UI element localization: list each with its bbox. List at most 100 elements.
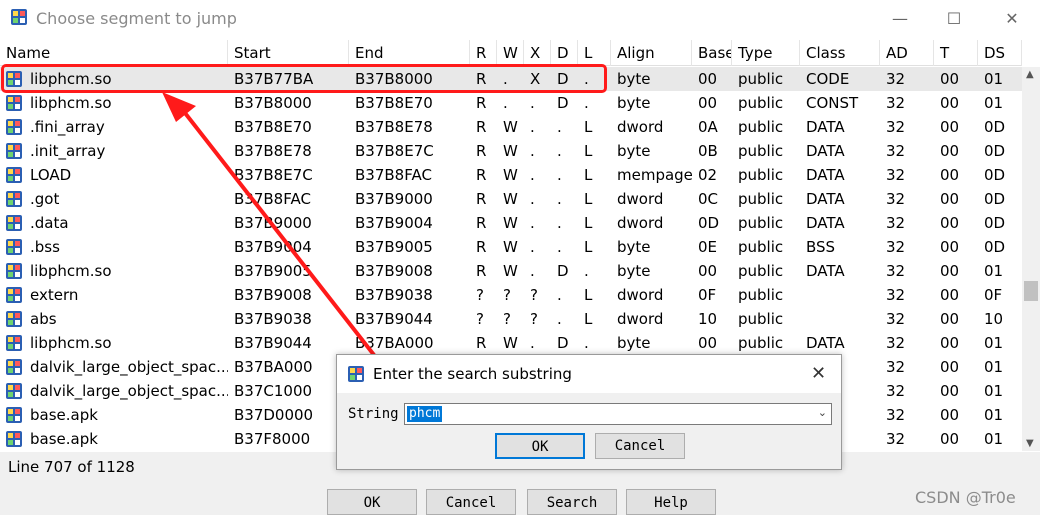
cell-ds: 01 [984, 334, 1004, 352]
cell-name: .data [30, 214, 69, 232]
ida-app-icon [348, 366, 364, 382]
cell-end: B37B8E78 [355, 118, 433, 136]
cell-l: L [584, 238, 593, 256]
cell-type: public [738, 310, 784, 328]
cell-ad: 32 [886, 358, 906, 376]
column-header-ad[interactable]: AD [880, 40, 934, 66]
cell-class: CODE [806, 70, 850, 88]
cell-type: public [738, 70, 784, 88]
table-row[interactable]: LOAD B37B8E7C B37B8FAC R W.. Lmempage 02 public… [0, 163, 1022, 187]
cell-name: .bss [30, 238, 60, 256]
segment-grid-icon [6, 263, 22, 279]
maximize-button[interactable]: ☐ [932, 6, 976, 32]
cell-ds: 01 [984, 94, 1004, 112]
cell-t: 00 [940, 214, 960, 232]
column-header-class[interactable]: Class [800, 40, 880, 66]
cell-ad: 32 [886, 190, 906, 208]
cell-x: . [530, 166, 535, 184]
segment-grid-icon [6, 239, 22, 255]
search-button[interactable]: Search [527, 489, 617, 515]
cell-x: . [530, 334, 535, 352]
cell-x: ? [530, 310, 538, 328]
cell-ds: 0D [984, 118, 1006, 136]
table-row[interactable]: abs B37B9038 B37B9044???. Ldword 10 public 32 0… [0, 307, 1022, 331]
cell-w: ? [503, 310, 511, 328]
table-row[interactable]: .got B37B8FAC B37B9000 R W.. Ldword 0C public DA… [0, 187, 1022, 211]
column-header-type[interactable]: Type [732, 40, 800, 66]
cell-r: R [476, 262, 487, 280]
table-row[interactable]: libphcm.so B37B9005 B37B9008 R W. D. byte 00 pub… [0, 259, 1022, 283]
dialog-cancel-button[interactable]: Cancel [595, 433, 685, 459]
vertical-scrollbar[interactable]: ▲ ▼ [1022, 67, 1040, 451]
cell-start: B37B8E78 [234, 142, 312, 160]
close-button[interactable]: ✕ [990, 6, 1034, 32]
column-header-d[interactable]: D [551, 40, 578, 66]
column-header-ds[interactable]: DS [978, 40, 1022, 66]
scroll-thumb[interactable] [1024, 281, 1038, 301]
segment-grid-icon [6, 431, 22, 447]
cell-type: public [738, 166, 784, 184]
cell-ad: 32 [886, 430, 906, 448]
cell-ds: 01 [984, 430, 1004, 448]
cell-base: 00 [698, 94, 718, 112]
minimize-button[interactable]: — [878, 6, 922, 32]
cell-base: 0E [698, 238, 718, 256]
help-button[interactable]: Help [626, 489, 716, 515]
dialog-ok-button[interactable]: OK [495, 433, 585, 459]
column-header-x[interactable]: X [524, 40, 551, 66]
column-header-l[interactable]: L [578, 40, 611, 66]
cell-class: DATA [806, 214, 845, 232]
cell-ds: 0D [984, 214, 1006, 232]
cell-type: public [738, 142, 784, 160]
dialog-close-icon[interactable]: ✕ [811, 363, 826, 384]
cell-r: R [476, 166, 487, 184]
cell-ds: 0D [984, 166, 1006, 184]
search-string-combobox[interactable]: phcm ⌄ [404, 403, 832, 425]
table-row[interactable]: .data B37B9000 B37B9004 R W.. Ldword 0D public D… [0, 211, 1022, 235]
scroll-down-icon[interactable]: ▼ [1026, 438, 1034, 449]
column-header-align[interactable]: Align [611, 40, 692, 66]
cell-type: public [738, 94, 784, 112]
table-row[interactable]: .fini_array B37B8E70 B37B8E78 R W.. Ldword 0A p… [0, 115, 1022, 139]
cell-base: 00 [698, 334, 718, 352]
cell-start: B37B9000 [234, 214, 312, 232]
segment-grid-icon [6, 119, 22, 135]
watermark: CSDN @Tr0e [915, 488, 1016, 507]
cell-class: DATA [806, 190, 845, 208]
cell-r: R [476, 214, 487, 232]
cell-align: byte [617, 262, 651, 280]
search-string-value[interactable]: phcm [407, 406, 443, 422]
cell-ad: 32 [886, 118, 906, 136]
scroll-up-icon[interactable]: ▲ [1026, 69, 1034, 80]
cell-ad: 32 [886, 142, 906, 160]
column-header-base[interactable]: Base [692, 40, 732, 66]
table-row[interactable]: .bss B37B9004 B37B9005 R W.. Lbyte 0E public BSS… [0, 235, 1022, 259]
column-header-end[interactable]: End [349, 40, 470, 66]
cell-align: byte [617, 142, 651, 160]
column-header-start[interactable]: Start [228, 40, 349, 66]
ok-button[interactable]: OK [327, 489, 417, 515]
table-row[interactable]: .init_array B37B8E78 B37B8E7C R W.. Lbyte 0B pu… [0, 139, 1022, 163]
cell-d: . [557, 190, 562, 208]
column-header-name[interactable]: Name [0, 40, 228, 66]
cell-d: D [557, 262, 569, 280]
cell-ad: 32 [886, 334, 906, 352]
column-header-r[interactable]: R [470, 40, 497, 66]
cell-ds: 10 [984, 310, 1004, 328]
table-row[interactable]: libphcm.so B37B8000 B37B8E70 R.. D. byte 00 pub… [0, 91, 1022, 115]
column-header-t[interactable]: T [934, 40, 978, 66]
table-row[interactable]: libphcm.so B37B9044 B37BA000 R W. D. byte 00 pub… [0, 331, 1022, 355]
table-row[interactable]: extern B37B9008 B37B9038???. Ldword 0F public… [0, 283, 1022, 307]
segment-grid-icon [6, 95, 22, 111]
cell-w: W [503, 190, 518, 208]
column-header-w[interactable]: W [497, 40, 524, 66]
cell-w: W [503, 142, 518, 160]
cell-start: B37B9038 [234, 310, 312, 328]
cell-w: W [503, 166, 518, 184]
cell-name: LOAD [30, 166, 72, 184]
cell-ds: 01 [984, 358, 1004, 376]
cancel-button[interactable]: Cancel [426, 489, 516, 515]
chevron-down-icon[interactable]: ⌄ [818, 406, 827, 419]
cell-x: . [530, 118, 535, 136]
cell-w: W [503, 238, 518, 256]
